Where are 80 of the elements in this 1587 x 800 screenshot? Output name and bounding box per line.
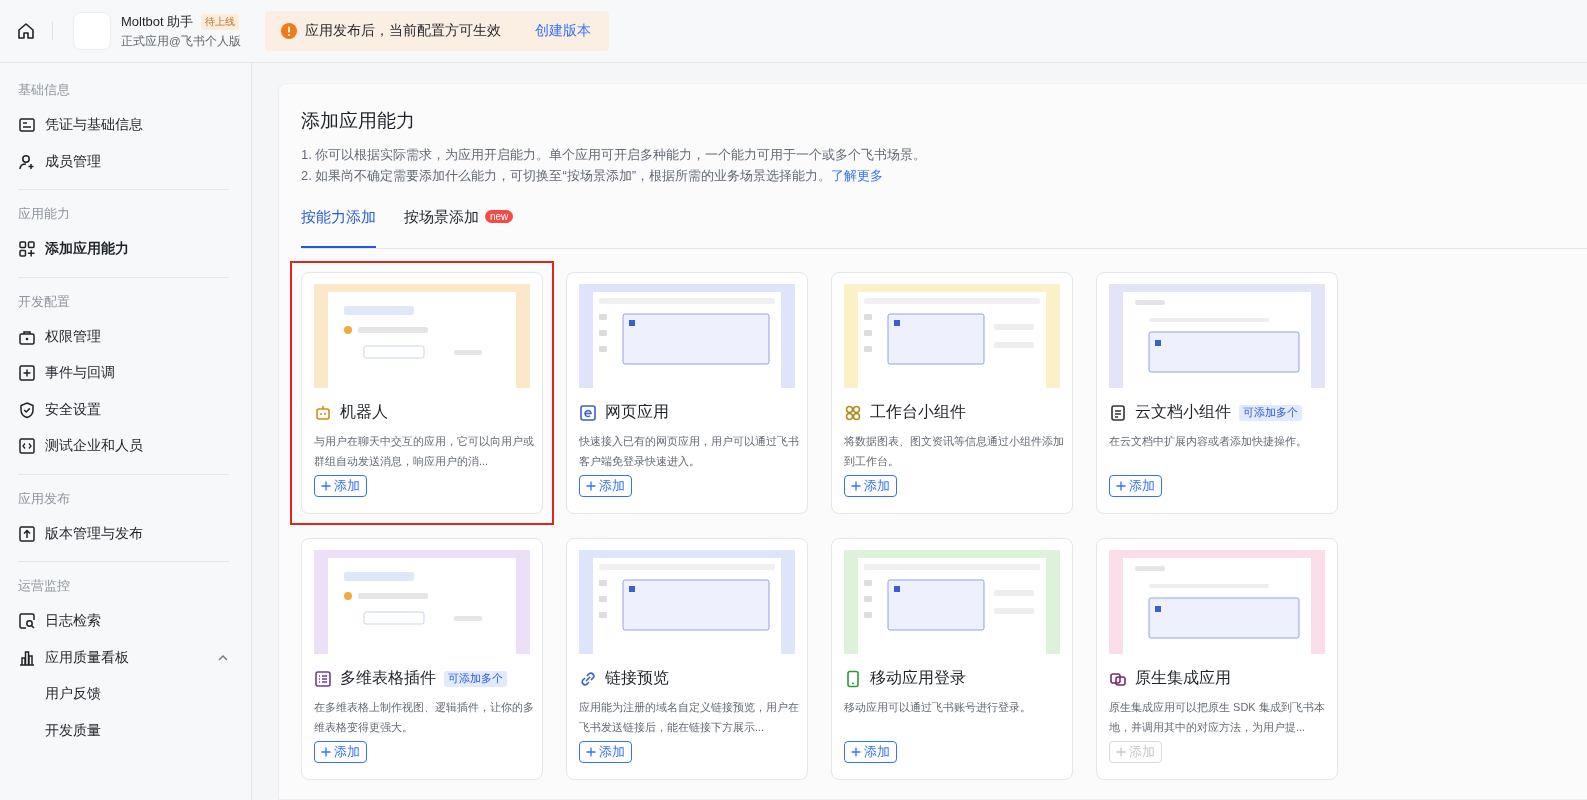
learn-more-link[interactable]: 了解更多 bbox=[831, 166, 884, 185]
card-title: 工作台小组件 bbox=[870, 402, 966, 422]
shield-icon bbox=[18, 400, 36, 419]
plus-icon bbox=[321, 481, 331, 491]
plus-icon bbox=[851, 481, 861, 491]
card-title: 网页应用 bbox=[605, 402, 669, 422]
add-user-icon bbox=[18, 152, 36, 171]
section-title: 应用发布 bbox=[18, 489, 71, 508]
warning-icon bbox=[280, 23, 297, 39]
notice-text: 应用发布后，当前配置方可生效 bbox=[304, 22, 501, 40]
tab[interactable]: 按能力添加 bbox=[301, 208, 376, 248]
sidebar-item[interactable]: 成员管理 bbox=[18, 143, 229, 180]
web-app-icon bbox=[579, 403, 597, 422]
table-icon bbox=[314, 669, 332, 688]
sidebar-item[interactable]: 版本管理与发布 bbox=[18, 515, 229, 552]
plus-square-icon bbox=[18, 364, 36, 383]
new-badge: new bbox=[485, 210, 514, 223]
page-title: 添加应用能力 bbox=[301, 109, 416, 133]
create-version-link[interactable]: 创建版本 bbox=[534, 22, 591, 40]
section-title: 开发配置 bbox=[18, 292, 71, 311]
section-title: 应用能力 bbox=[18, 205, 71, 223]
phone-icon bbox=[844, 669, 862, 688]
card-description: 移动应用可以通过飞书账号进行登录。 bbox=[844, 700, 1032, 715]
app-name: Moltbot 助手 bbox=[121, 13, 194, 31]
sidebar-item[interactable]: 事件与回调 bbox=[18, 355, 229, 392]
upload-icon bbox=[18, 524, 36, 543]
home-icon[interactable] bbox=[16, 21, 36, 41]
id-card-icon bbox=[18, 116, 36, 135]
card-description: 在云文档中扩展内容或者添加快捷操作。 bbox=[1109, 434, 1308, 449]
card-description: 在多维表格上制作视图、逻辑插件，让你的多维表格变得更强大。 bbox=[314, 700, 535, 735]
add-button[interactable]: 添加 bbox=[314, 475, 367, 497]
add-button[interactable]: 添加 bbox=[579, 475, 632, 497]
card-description: 应用能为注册的域名自定义链接预览，用户在飞书发送链接后，能在链接下方展示... bbox=[579, 700, 800, 735]
add-button[interactable]: 添加 bbox=[314, 741, 367, 763]
document-icon bbox=[1109, 403, 1127, 422]
card-title: 原生集成应用 bbox=[1135, 668, 1231, 688]
sidebar-item[interactable]: 添加应用能力 bbox=[18, 231, 229, 268]
card-title: 移动应用登录 bbox=[870, 668, 966, 688]
sidebar-item[interactable]: 日志检索 bbox=[18, 603, 229, 640]
sidebar-item[interactable]: 权限管理 bbox=[18, 318, 229, 355]
card-description: 与用户在聊天中交互的应用，它可以向用户或群组自动发送消息，响应用户的消... bbox=[314, 434, 535, 469]
plus-icon bbox=[851, 747, 861, 757]
sidebar-subitem[interactable]: 开发质量 bbox=[18, 712, 229, 749]
add-button[interactable]: 添加 bbox=[579, 741, 632, 763]
app-subtitle: 正式应用@飞书个人版 bbox=[121, 34, 241, 49]
card-description: 原生集成应用可以把原生 SDK 集成到飞书本地，并调用其中的对应方法，为用户提... bbox=[1109, 700, 1326, 735]
sidebar-item[interactable]: 应用质量看板 bbox=[18, 639, 229, 676]
add-button[interactable]: 添加 bbox=[844, 475, 897, 497]
plus-icon bbox=[586, 481, 596, 491]
tab[interactable]: 按场景添加 new bbox=[404, 208, 514, 248]
section-title: 基础信息 bbox=[18, 81, 71, 99]
link-icon bbox=[579, 669, 597, 688]
log-search-icon bbox=[18, 612, 36, 631]
card-title: 机器人 bbox=[340, 402, 388, 422]
plus-icon bbox=[321, 747, 331, 757]
card-title: 云文档小组件 bbox=[1135, 402, 1231, 422]
code-icon bbox=[18, 437, 36, 456]
card-title: 链接预览 bbox=[605, 668, 669, 688]
robot-icon bbox=[314, 403, 332, 422]
sidebar-item[interactable]: 测试企业和人员 bbox=[18, 428, 229, 465]
multi-add-tag: 可添加多个 bbox=[444, 670, 507, 687]
bar-chart-icon bbox=[18, 648, 36, 667]
plus-icon bbox=[1116, 747, 1126, 757]
note-text: 2. 如果尚不确定需要添加什么能力，可切换至“按场景添加”，根据所需的业务场景选择能力。 bbox=[301, 167, 832, 185]
add-button[interactable]: 添加 bbox=[844, 741, 897, 763]
card-title: 多维表格插件 bbox=[340, 668, 436, 688]
plus-icon bbox=[586, 747, 596, 757]
sidebar-subitem[interactable]: 用户反馈 bbox=[18, 676, 229, 713]
sidebar-item[interactable]: 安全设置 bbox=[18, 391, 229, 428]
sidebar-item[interactable]: 凭证与基础信息 bbox=[18, 107, 229, 144]
card-description: 将数据图表、图文资讯等信息通过小组件添加到工作台。 bbox=[844, 434, 1065, 469]
plus-icon bbox=[1116, 481, 1126, 491]
section-title: 运营监控 bbox=[18, 577, 71, 595]
four-circles-icon bbox=[844, 403, 862, 422]
card-description: 快速接入已有的网页应用，用户可以通过飞书客户端免登录快速进入。 bbox=[579, 434, 800, 469]
status-badge: 待上线 bbox=[201, 14, 240, 30]
grid-plus-icon bbox=[18, 240, 36, 259]
note-text: 1. 你可以根据实际需求，为应用开启能力。单个应用可开启多种能力，一个能力可用于一个或多个飞书场景。 bbox=[301, 146, 928, 164]
add-button[interactable]: 添加 bbox=[1109, 475, 1162, 497]
multi-add-tag: 可添加多个 bbox=[1239, 404, 1302, 421]
